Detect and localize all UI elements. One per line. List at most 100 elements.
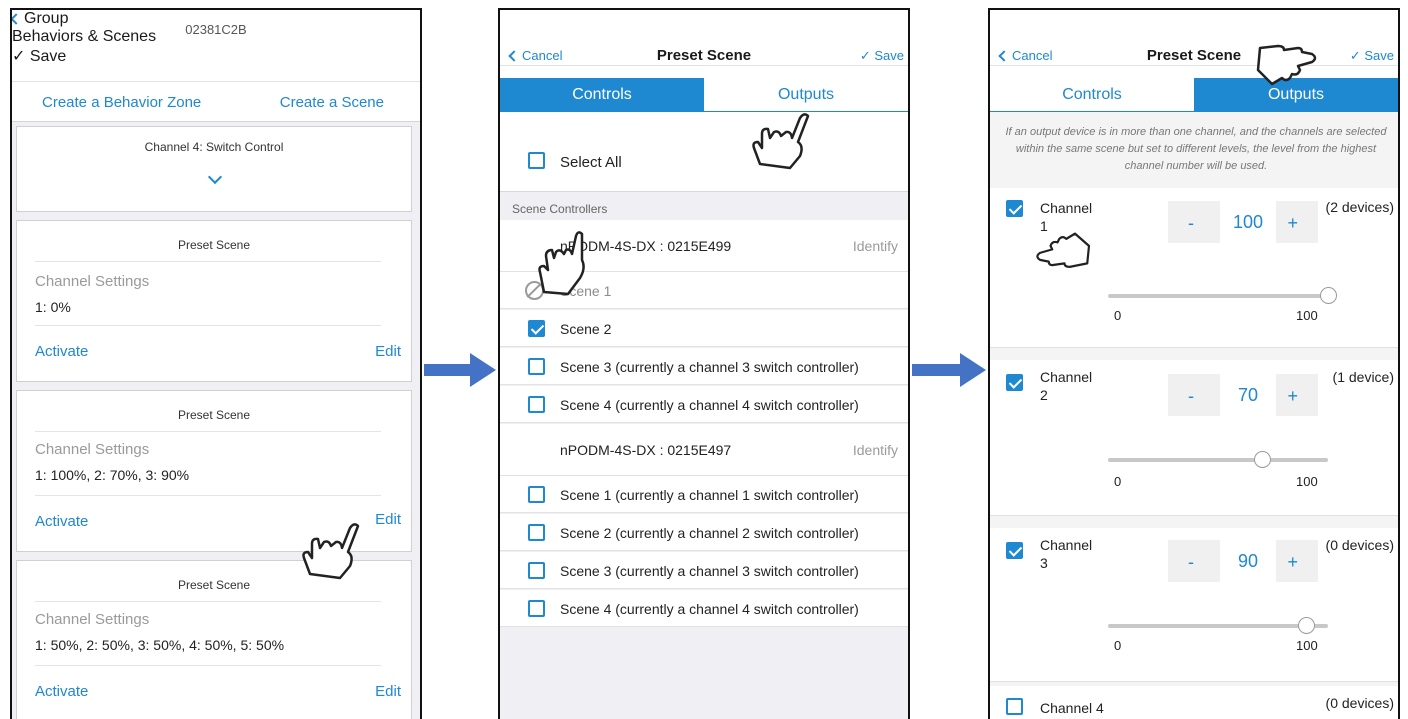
preset-scene-outputs-screen: Cancel Preset Scene ✓ Save Controls Outp… xyxy=(988,8,1400,719)
decrement-button[interactable]: - xyxy=(1188,386,1194,407)
flow-arrow xyxy=(912,353,986,387)
channel-row: Channel 4 (0 devices) xyxy=(990,686,1398,719)
device-count: (2 devices) xyxy=(1325,199,1394,215)
slider-min: 0 xyxy=(1114,638,1122,653)
nav-header: Cancel Preset Scene ✓ Save xyxy=(500,10,908,66)
scene-card-title: Preset Scene xyxy=(177,238,251,252)
activate-link[interactable]: Activate xyxy=(35,683,88,700)
pointing-hand-icon xyxy=(1036,232,1091,268)
scene-checkbox[interactable] xyxy=(528,600,545,617)
slider-knob[interactable] xyxy=(1298,617,1315,634)
increment-button[interactable]: + xyxy=(1287,552,1298,573)
level-slider[interactable] xyxy=(1108,451,1328,468)
scene-label: Scene 4 (currently a channel 4 switch co… xyxy=(560,601,859,617)
increment-button[interactable]: + xyxy=(1287,213,1298,234)
create-behavior-zone-link[interactable]: Create a Behavior Zone xyxy=(42,94,201,111)
slider-knob[interactable] xyxy=(1254,451,1271,468)
slider-min: 0 xyxy=(1114,474,1122,489)
edit-link[interactable]: Edit xyxy=(375,683,401,700)
channel-row: Channel 2 (1 device) - 70 + 0 100 xyxy=(990,360,1398,516)
scene-row[interactable]: Scene 2 (currently a channel 2 switch co… xyxy=(500,514,908,551)
select-all-row[interactable]: Select All xyxy=(500,130,908,192)
decrement-button[interactable]: - xyxy=(1188,213,1194,234)
scene-row[interactable]: Scene 4 (currently a channel 4 switch co… xyxy=(500,386,908,423)
channel-row: Channel 3 (0 devices) - 90 + 0 100 xyxy=(990,528,1398,682)
scene-checkbox[interactable] xyxy=(528,562,545,579)
select-all-checkbox[interactable] xyxy=(528,152,545,169)
preset-scene-controls-screen: Cancel Preset Scene ✓ Save Controls Outp… xyxy=(498,8,910,719)
controller-row: nPODM-4S-DX : 0215E497 Identify xyxy=(500,424,908,476)
scene-label: Scene 2 (currently a channel 2 switch co… xyxy=(560,525,859,541)
channel-checkbox[interactable] xyxy=(1006,698,1023,715)
output-note: If an output device is in more than one … xyxy=(1005,126,1387,172)
channel-settings-value: 1: 50%, 2: 50%, 3: 50%, 4: 50%, 5: 50% xyxy=(35,637,285,653)
page-title: Preset Scene xyxy=(1146,47,1242,64)
scene-row[interactable]: Scene 4 (currently a channel 4 switch co… xyxy=(500,590,908,627)
select-all-label: Select All xyxy=(560,154,622,171)
save-button[interactable]: ✓ Save xyxy=(1350,48,1394,64)
identify-button[interactable]: Identify xyxy=(853,238,898,254)
tab-controls[interactable]: Controls xyxy=(500,78,704,112)
slider-max: 100 xyxy=(1296,308,1318,323)
chevron-down-icon[interactable] xyxy=(207,169,223,185)
scene-checkbox[interactable] xyxy=(528,486,545,503)
level-stepper: - 90 + xyxy=(1168,540,1318,582)
scene-label: Scene 3 (currently a channel 3 switch co… xyxy=(560,359,859,375)
scene-row[interactable]: Scene 3 (currently a channel 3 switch co… xyxy=(500,552,908,589)
nav-header: 02381C2B Group Behaviors & Scenes ✓ Save xyxy=(12,10,420,82)
tab-controls[interactable]: Controls xyxy=(990,78,1194,112)
section-label: Scene Controllers xyxy=(512,202,608,216)
segmented-control: Controls Outputs xyxy=(500,78,908,112)
level-value[interactable]: 90 xyxy=(1220,540,1276,582)
channel-name: Channel 3 xyxy=(1040,537,1093,571)
increment-button[interactable]: + xyxy=(1287,386,1298,407)
edit-link[interactable]: Edit xyxy=(375,343,401,360)
scene-checkbox[interactable] xyxy=(528,358,545,375)
pointing-hand-icon xyxy=(752,113,810,170)
page-title: Preset Scene xyxy=(656,47,752,64)
save-button[interactable]: ✓ Save xyxy=(12,46,420,66)
channel-checkbox[interactable] xyxy=(1006,200,1023,217)
level-slider[interactable] xyxy=(1108,287,1337,304)
channel-checkbox[interactable] xyxy=(1006,542,1023,559)
device-count: (0 devices) xyxy=(1325,695,1394,711)
scene-checkbox[interactable] xyxy=(528,524,545,541)
save-button[interactable]: ✓ Save xyxy=(860,48,904,64)
pointing-hand-icon xyxy=(1256,44,1317,86)
scene-card: Preset Scene Channel Settings 1: 0% Acti… xyxy=(16,220,412,382)
pointing-hand-icon xyxy=(538,231,585,296)
tab-outputs[interactable]: Outputs xyxy=(704,78,908,112)
scene-checkbox[interactable] xyxy=(528,396,545,413)
channel-settings-label: Channel Settings xyxy=(35,441,150,458)
activate-link[interactable]: Activate xyxy=(35,513,88,530)
identify-button[interactable]: Identify xyxy=(853,442,898,458)
channel-settings-label: Channel Settings xyxy=(35,611,150,628)
channel-name: Channel 2 xyxy=(1040,369,1093,403)
slider-max: 100 xyxy=(1296,638,1318,653)
channel-checkbox[interactable] xyxy=(1006,374,1023,391)
device-id: 02381C2B xyxy=(185,22,247,37)
slider-min: 0 xyxy=(1114,308,1122,323)
level-slider[interactable] xyxy=(1108,617,1328,634)
channel-card-title: Channel 4: Switch Control xyxy=(144,140,284,154)
scene-label: Scene 4 (currently a channel 4 switch co… xyxy=(560,397,859,413)
edit-link[interactable]: Edit xyxy=(375,511,401,528)
level-value[interactable]: 100 xyxy=(1220,201,1276,243)
decrement-button[interactable]: - xyxy=(1188,552,1194,573)
activate-link[interactable]: Activate xyxy=(35,343,88,360)
outputs-panel: If an output device is in more than one … xyxy=(990,112,1398,719)
create-scene-link[interactable]: Create a Scene xyxy=(280,94,384,111)
slider-knob[interactable] xyxy=(1320,287,1337,304)
controller-name: nPODM-4S-DX : 0215E497 xyxy=(560,442,732,458)
channel-card[interactable]: Channel 4: Switch Control xyxy=(16,126,412,212)
level-value[interactable]: 70 xyxy=(1220,374,1276,416)
scene-row[interactable]: Scene 1 (currently a channel 1 switch co… xyxy=(500,476,908,513)
channel-name: Channel 4 xyxy=(1040,700,1104,716)
device-count: (1 device) xyxy=(1332,369,1394,385)
scene-checkbox[interactable] xyxy=(528,320,545,337)
device-count: (0 devices) xyxy=(1325,537,1394,553)
scene-row[interactable]: Scene 2 xyxy=(500,310,908,347)
scene-label: Scene 2 xyxy=(560,321,612,337)
scene-row[interactable]: Scene 3 (currently a channel 3 switch co… xyxy=(500,348,908,385)
nav-header: Cancel Preset Scene ✓ Save xyxy=(990,10,1398,66)
